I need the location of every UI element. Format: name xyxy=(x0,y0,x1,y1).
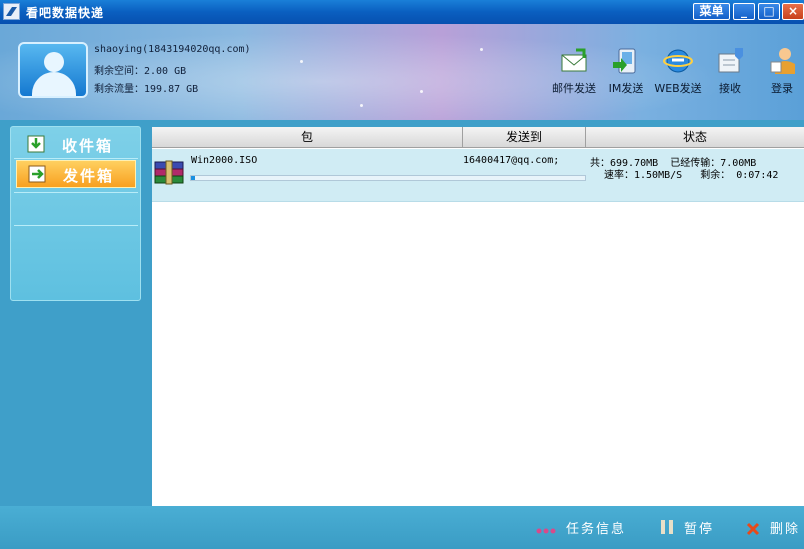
pause-label: 暂停 xyxy=(684,522,715,537)
minimize-button[interactable]: _ xyxy=(733,3,755,20)
delete-button[interactable]: 删除 xyxy=(742,515,804,539)
pause-icon xyxy=(660,519,674,539)
sparkle-decoration xyxy=(360,104,363,107)
sidebar-item-outbox[interactable]: 发件箱 xyxy=(16,160,136,188)
avatar-head-shape xyxy=(44,52,64,72)
status-speed-line: 速率：1.50MB/S 剩余： 0:07:42 xyxy=(604,170,779,181)
app-icon xyxy=(3,3,20,20)
transfer-progress-bar xyxy=(190,175,586,181)
receive-icon xyxy=(715,46,745,76)
archive-file-icon xyxy=(154,160,186,186)
im-send-label: IM发送 xyxy=(608,82,644,95)
task-info-label: 任务信息 xyxy=(566,522,627,537)
pause-button[interactable]: 暂停 xyxy=(656,515,722,539)
sparkle-decoration xyxy=(300,60,303,63)
receive-button[interactable]: 接收 xyxy=(702,46,758,96)
column-header-recipient[interactable]: 发送到 xyxy=(463,127,586,148)
outbox-icon xyxy=(27,164,49,184)
column-header-package[interactable]: 包 xyxy=(152,127,463,148)
login-label: 登录 xyxy=(771,82,793,95)
receive-label: 接收 xyxy=(719,82,741,95)
login-icon xyxy=(767,46,797,76)
account-space: 剩余空间：2.00 GB xyxy=(94,66,187,77)
inbox-icon xyxy=(26,134,48,154)
account-traffic: 剩余流量：199.87 GB xyxy=(94,84,199,95)
avatar-body-shape xyxy=(32,72,76,96)
web-send-label: WEB发送 xyxy=(654,82,702,95)
avatar xyxy=(18,42,88,98)
dots-icon xyxy=(536,521,558,540)
sidebar-item-label: 收件箱 xyxy=(62,137,114,155)
column-header-row: 包 发送到 状态 xyxy=(152,127,804,148)
sparkle-decoration xyxy=(480,48,483,51)
column-header-status[interactable]: 状态 xyxy=(586,127,804,148)
im-send-icon xyxy=(611,46,641,76)
window-title: 看吧数据快递 xyxy=(26,6,105,20)
task-info-button[interactable]: 任务信息 xyxy=(534,515,634,539)
sidebar-item-label: 发件箱 xyxy=(63,167,115,185)
divider xyxy=(14,225,138,226)
menu-button[interactable]: 菜单 xyxy=(693,3,730,20)
title-bar xyxy=(0,0,804,24)
file-name: Win2000.ISO xyxy=(191,155,258,166)
mail-send-label: 邮件发送 xyxy=(552,82,596,95)
delete-label: 删除 xyxy=(770,522,801,537)
web-send-button[interactable]: WEB发送 xyxy=(650,46,706,96)
im-send-button[interactable]: IM发送 xyxy=(598,46,654,96)
recipient-address: 16400417@qq.com; xyxy=(463,155,560,166)
web-send-icon xyxy=(663,46,693,76)
account-user: shaoying(1843194020qq.com) xyxy=(94,44,251,55)
progress-fill xyxy=(191,176,195,180)
mail-send-button[interactable]: 邮件发送 xyxy=(546,46,602,96)
close-button[interactable]: × xyxy=(782,3,804,20)
mail-send-icon xyxy=(559,46,589,76)
delete-x-icon xyxy=(746,521,760,540)
login-button[interactable]: 登录 xyxy=(754,46,804,96)
sidebar-item-inbox[interactable]: 收件箱 xyxy=(16,131,136,159)
divider xyxy=(14,192,138,193)
sparkle-decoration xyxy=(420,90,423,93)
maximize-button[interactable]: □ xyxy=(758,3,780,20)
divider xyxy=(14,158,138,159)
